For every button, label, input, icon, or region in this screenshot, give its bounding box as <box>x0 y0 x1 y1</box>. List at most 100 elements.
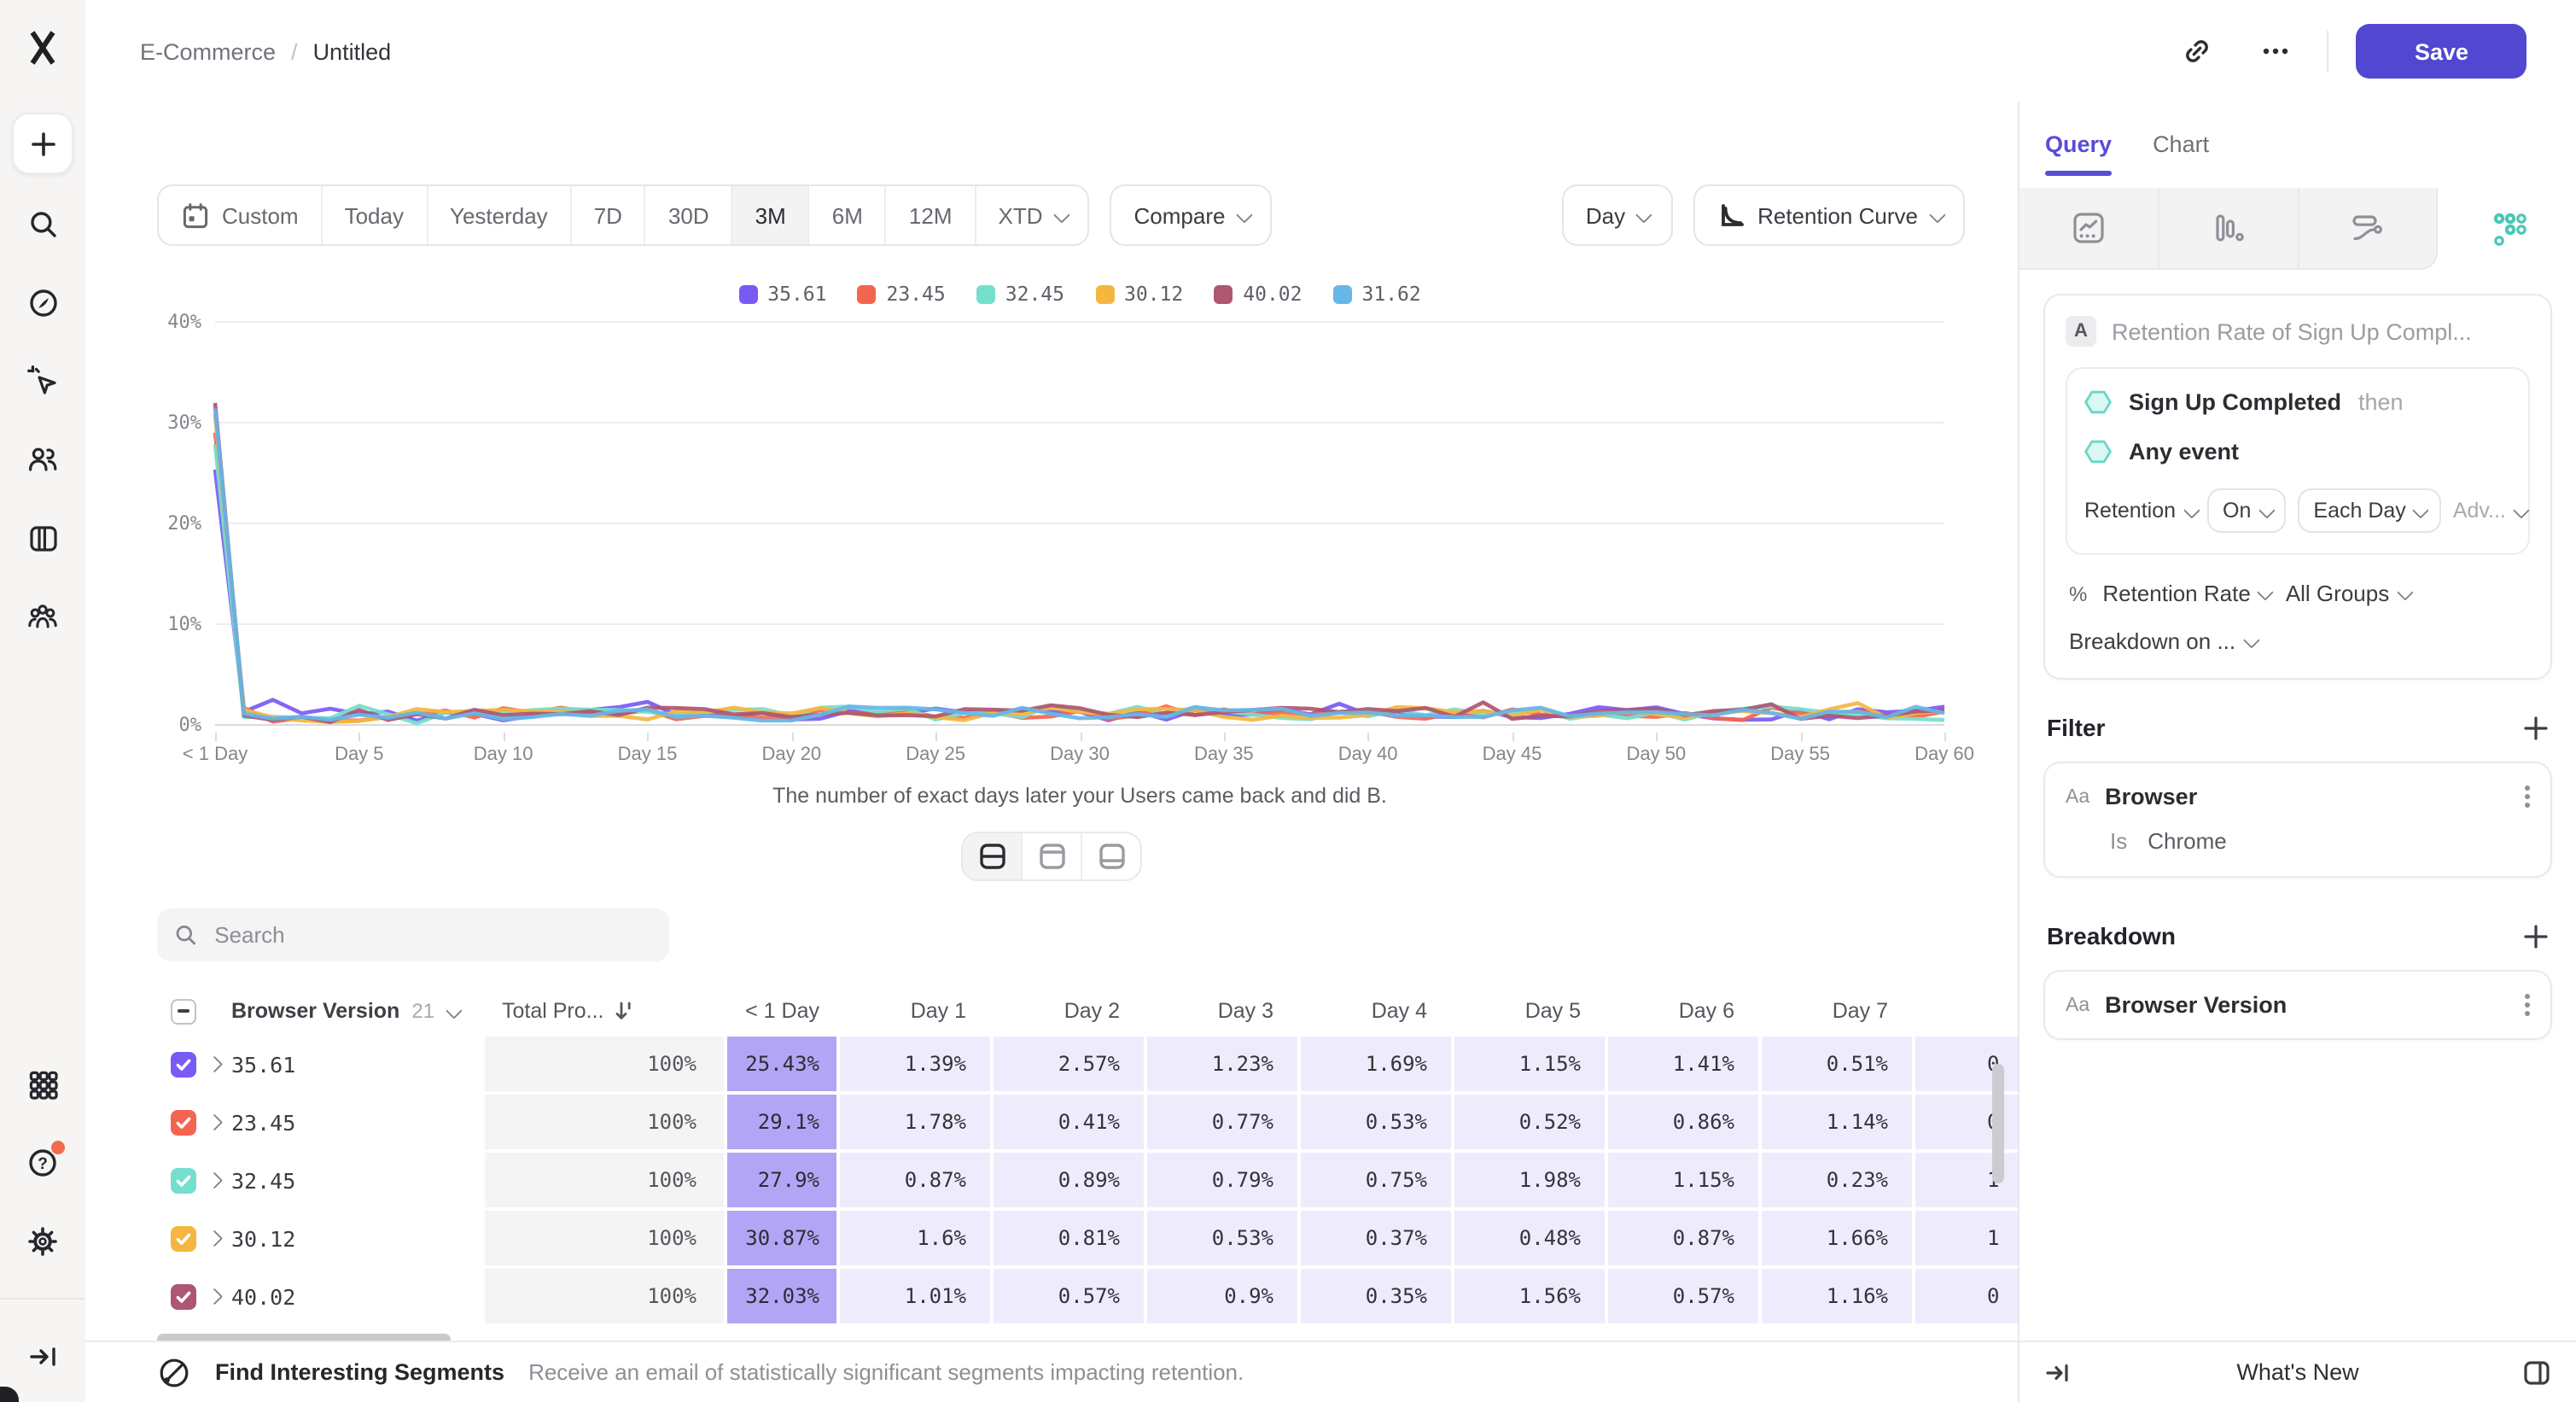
first-event-row[interactable]: Sign Up Completed then <box>2084 389 2511 415</box>
series-line-30.12[interactable] <box>215 415 1944 722</box>
more-options-button[interactable] <box>2249 24 2304 79</box>
date-range-today[interactable]: Today <box>321 186 426 244</box>
table-row[interactable]: 30.12100%30.87%1.6%0.81%0.53%0.37%0.48%0… <box>157 1211 2018 1265</box>
query-title[interactable]: Retention Rate of Sign Up Compl... <box>2112 318 2472 344</box>
date-range-custom[interactable]: Custom <box>159 186 321 244</box>
retention-dropdown[interactable]: Retention <box>2084 499 2195 523</box>
granularity-button[interactable]: Day <box>1562 184 1672 246</box>
sidebar-events-button[interactable] <box>14 352 72 410</box>
day-column-header[interactable]: Day 6 <box>1608 985 1758 1037</box>
groups-dropdown[interactable]: All Groups <box>2286 581 2409 606</box>
create-plus-button[interactable] <box>12 113 73 174</box>
sidebar-discover-button[interactable] <box>14 273 72 331</box>
series-line-31.62[interactable] <box>215 408 1944 721</box>
chevron-right-icon[interactable] <box>206 1172 221 1188</box>
day-column-header[interactable]: Day 2 <box>994 985 1144 1037</box>
sidebar-boards-button[interactable] <box>14 509 72 567</box>
select-all-checkbox[interactable] <box>171 998 196 1024</box>
legend-item[interactable]: 35.61 <box>738 282 826 306</box>
legend-item[interactable]: 31.62 <box>1333 282 1421 306</box>
chevron-right-icon[interactable] <box>206 1114 221 1130</box>
apps-grid-button[interactable] <box>14 1055 72 1113</box>
date-range-3m[interactable]: 3M <box>731 186 808 244</box>
tab-query[interactable]: Query <box>2045 131 2112 188</box>
day-column-header[interactable]: Day 3 <box>1147 985 1297 1037</box>
legend-item[interactable]: 40.02 <box>1214 282 1302 306</box>
mixpanel-logo-icon[interactable] <box>22 27 63 68</box>
breadcrumb-project[interactable]: E-Commerce <box>140 38 276 64</box>
series-line-40.02[interactable] <box>215 403 1944 722</box>
report-funnels-button[interactable] <box>2159 188 2299 270</box>
chart-type-button[interactable]: Retention Curve <box>1693 184 1965 246</box>
total-column-header[interactable]: Total Pro... <box>502 999 604 1023</box>
on-dropdown[interactable]: On <box>2207 488 2286 533</box>
row-checkbox[interactable] <box>171 1051 196 1077</box>
table-row[interactable]: 32.45100%27.9%0.87%0.89%0.79%0.75%1.98%1… <box>157 1153 2018 1207</box>
tab-chart[interactable]: Chart <box>2153 131 2209 188</box>
chevron-right-icon[interactable] <box>206 1288 221 1304</box>
filter-operator[interactable]: Is <box>2110 828 2127 854</box>
kebab-menu-icon[interactable] <box>2525 1002 2530 1008</box>
legend-item[interactable]: 30.12 <box>1095 282 1183 306</box>
breakdown-card[interactable]: Aa Browser Version <box>2043 970 2552 1040</box>
filter-card[interactable]: Aa Browser Is Chrome <box>2043 762 2552 878</box>
layout-chart-only-button[interactable] <box>1021 833 1081 879</box>
date-range-12m[interactable]: 12M <box>885 186 975 244</box>
date-range-yesterday[interactable]: Yesterday <box>426 186 570 244</box>
day-column-header[interactable]: Day 4 <box>1301 985 1451 1037</box>
settings-button[interactable] <box>14 1212 72 1271</box>
legend-item[interactable]: 23.45 <box>858 282 946 306</box>
sidebar-users-button[interactable] <box>14 430 72 488</box>
breakdown-property[interactable]: Browser Version <box>2105 992 2287 1018</box>
date-range-7d[interactable]: 7D <box>570 186 644 244</box>
sidebar-search-button[interactable] <box>14 195 72 253</box>
retention-chart[interactable]: 0%10%20%30%40%< 1 DayDay 5Day 10Day 15Da… <box>215 323 1944 726</box>
copy-link-button[interactable] <box>2171 24 2225 79</box>
measure-dropdown[interactable]: Retention Rate <box>2102 581 2270 606</box>
chevron-right-icon[interactable] <box>206 1230 221 1246</box>
breakdown-on-dropdown[interactable]: Breakdown on ... <box>2069 628 2255 654</box>
return-event-row[interactable]: Any event <box>2084 439 2511 464</box>
date-range-6m[interactable]: 6M <box>808 186 885 244</box>
layout-table-only-button[interactable] <box>1081 833 1140 879</box>
vertical-scrollbar[interactable] <box>1992 1064 2004 1183</box>
date-range-30d[interactable]: 30D <box>644 186 731 244</box>
layout-split-button[interactable] <box>963 833 1021 879</box>
day-column-header[interactable]: Day 1 <box>840 985 990 1037</box>
row-checkbox[interactable] <box>171 1109 196 1135</box>
report-insights-button[interactable] <box>2019 188 2159 270</box>
date-range-xtd[interactable]: XTD <box>975 186 1088 244</box>
chevron-right-icon[interactable] <box>206 1056 221 1072</box>
save-button[interactable]: Save <box>2357 24 2526 79</box>
expand-sidebar-button[interactable] <box>14 1327 72 1385</box>
series-line-35.61[interactable] <box>215 470 1944 721</box>
day-column-header[interactable]: Day 7 <box>1762 985 1912 1037</box>
series-line-23.45[interactable] <box>215 433 1944 722</box>
breadcrumb-title[interactable]: Untitled <box>313 38 392 64</box>
search-input[interactable] <box>211 920 652 949</box>
help-button[interactable]: ? <box>14 1134 72 1192</box>
kebab-menu-icon[interactable] <box>2525 794 2530 799</box>
sidebar-cohorts-button[interactable] <box>14 587 72 646</box>
table-row[interactable]: 40.02100%32.03%1.01%0.57%0.9%0.35%1.56%0… <box>157 1269 2018 1323</box>
row-checkbox[interactable] <box>171 1167 196 1193</box>
legend-item[interactable]: 32.45 <box>976 282 1064 306</box>
add-filter-button[interactable] <box>2523 715 2549 740</box>
find-segments-button[interactable]: Find Interesting Segments <box>215 1359 504 1385</box>
add-breakdown-button[interactable] <box>2523 923 2549 949</box>
day-column-header[interactable]: Day 5 <box>1454 985 1605 1037</box>
series-line-32.45[interactable] <box>215 445 1944 723</box>
filter-property[interactable]: Browser <box>2105 784 2197 809</box>
table-row[interactable]: 35.61100%25.43%1.39%2.57%1.23%1.69%1.15%… <box>157 1037 2018 1091</box>
report-flows-button[interactable] <box>2299 188 2439 270</box>
table-row[interactable]: 23.45100%29.1%1.78%0.41%0.77%0.53%0.52%0… <box>157 1095 2018 1149</box>
row-checkbox[interactable] <box>171 1283 196 1309</box>
compare-button[interactable]: Compare <box>1110 184 1273 246</box>
horizontal-scrollbar[interactable] <box>157 1334 451 1341</box>
advanced-dropdown[interactable]: Adv... <box>2453 499 2526 523</box>
breakdown-column-header[interactable]: Browser Version <box>231 999 399 1023</box>
filter-value[interactable]: Chrome <box>2148 828 2227 854</box>
whats-new-link[interactable]: What's New <box>2019 1359 2576 1385</box>
report-retention-button[interactable] <box>2439 188 2576 270</box>
row-checkbox[interactable] <box>171 1225 196 1251</box>
